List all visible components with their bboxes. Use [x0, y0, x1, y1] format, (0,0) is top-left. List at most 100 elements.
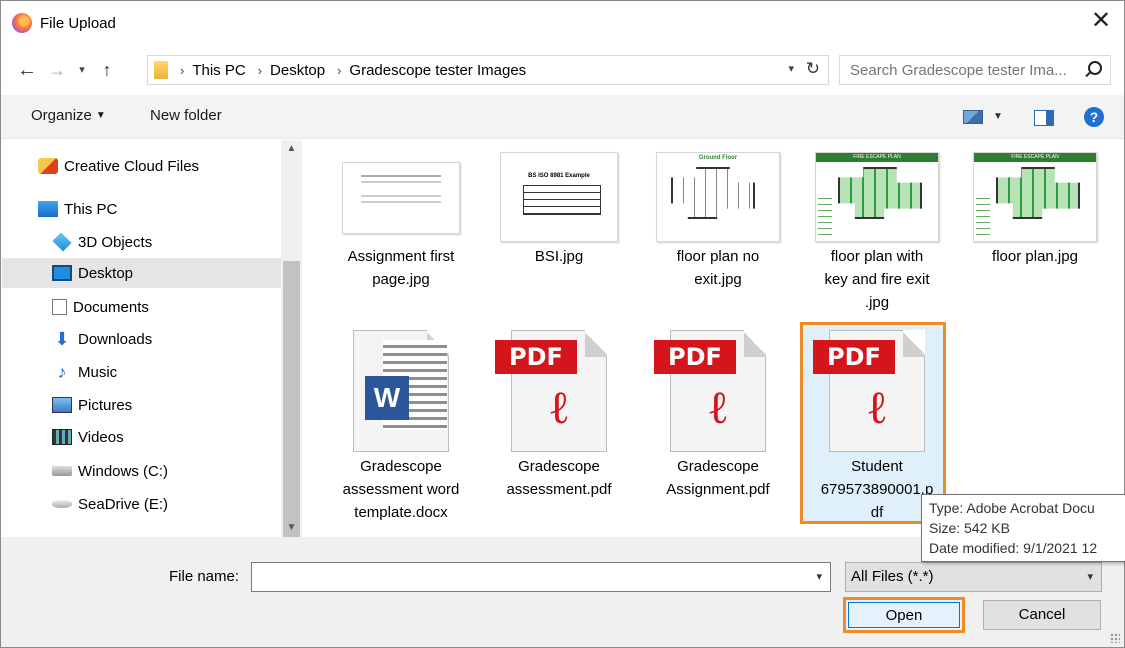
- sidebar-item-label: Windows (C:): [78, 462, 169, 480]
- file-item[interactable]: FIRE ESCAPE PLAN floor plan.jpg: [965, 140, 1105, 320]
- acrobat-swirl-icon: ℓ: [865, 380, 889, 434]
- file-type-select[interactable]: All Files (*.*) ▾: [845, 562, 1102, 592]
- breadcrumb-separator-icon[interactable]: ›: [258, 63, 262, 78]
- desktop-icon: [52, 265, 72, 281]
- breadcrumb-desktop[interactable]: Desktop: [270, 62, 325, 79]
- scroll-up-arrow-icon[interactable]: ▲: [281, 140, 302, 158]
- sidebar-scrollbar[interactable]: ▲ ▼: [281, 140, 302, 563]
- view-options-caret-icon[interactable]: ▼: [993, 111, 1003, 122]
- pdf-icon: PDF: [495, 340, 577, 374]
- folder-icon: [154, 61, 168, 79]
- recent-locations-chevron-icon[interactable]: ▾: [75, 57, 89, 83]
- sidebar-item-documents[interactable]: Documents: [52, 292, 295, 322]
- window-title: File Upload: [40, 14, 116, 32]
- thumbnail-text-lines: [361, 175, 441, 177]
- file-item[interactable]: Assignment first page.jpg: [331, 140, 471, 320]
- thumbnail-caption: FIRE ESCAPE PLAN: [974, 153, 1096, 162]
- help-icon[interactable]: ?: [1084, 107, 1104, 127]
- sidebar-item-3d-objects[interactable]: 3D Objects: [52, 227, 295, 257]
- file-name-combobox[interactable]: ▾: [251, 562, 831, 592]
- file-type-dropdown-chevron-icon[interactable]: ▾: [1087, 570, 1093, 583]
- address-bar[interactable]: › This PC › Desktop › Gradescope tester …: [147, 55, 829, 85]
- back-arrow-icon[interactable]: ←: [15, 57, 39, 83]
- sidebar-item-label: 3D Objects: [78, 233, 153, 251]
- breadcrumb-current-folder[interactable]: Gradescope tester Images: [349, 62, 526, 79]
- floor-plan-drawing: [996, 167, 1080, 219]
- close-icon[interactable]: ✕: [1088, 9, 1114, 35]
- sidebar-item-windows-c[interactable]: Windows (C:): [52, 456, 295, 486]
- file-name: Gradescope assessment word template.docx: [342, 458, 460, 521]
- sidebar-item-downloads[interactable]: ⬇ Downloads: [52, 324, 295, 354]
- file-name: Gradescope assessment.pdf: [506, 458, 612, 498]
- thumbnail-table: [523, 185, 601, 215]
- refresh-icon[interactable]: ↻: [806, 59, 820, 79]
- image-thumbnail: FIRE ESCAPE PLAN: [815, 152, 939, 242]
- file-name: floor plan no exit.jpg: [676, 248, 760, 288]
- sidebar-item-label: Music: [78, 363, 118, 381]
- music-icon: ♪: [57, 362, 67, 382]
- firefox-icon: [12, 13, 32, 33]
- up-arrow-icon[interactable]: ↑: [97, 57, 117, 83]
- file-item[interactable]: PDF ℓ Gradescope Assignment.pdf: [648, 320, 788, 530]
- open-button[interactable]: Open: [843, 597, 965, 633]
- sidebar-item-label: This PC: [64, 200, 118, 218]
- sidebar-item-label: Desktop: [78, 264, 134, 282]
- acrobat-swirl-icon: ℓ: [547, 380, 571, 434]
- 3d-objects-icon: [52, 232, 72, 252]
- search-box[interactable]: [839, 55, 1111, 85]
- sidebar-item-label: Creative Cloud Files: [64, 157, 200, 175]
- sidebar-item-label: Pictures: [78, 396, 133, 414]
- organize-button[interactable]: Organize ▼: [31, 107, 106, 124]
- sidebar-item-videos[interactable]: Videos: [52, 422, 295, 452]
- scroll-down-arrow-icon[interactable]: ▼: [281, 519, 302, 537]
- resize-grip-icon[interactable]: [1110, 633, 1120, 643]
- file-item[interactable]: PDF ℓ Gradescope assessment.pdf: [489, 320, 629, 530]
- tooltip-date-modified: Date modified: 9/1/2021 12: [929, 540, 1098, 556]
- sidebar-item-creative-cloud-files[interactable]: Creative Cloud Files: [38, 151, 281, 181]
- breadcrumb-separator-icon[interactable]: ›: [337, 63, 341, 78]
- acrobat-swirl-icon: ℓ: [706, 380, 730, 434]
- preview-pane-icon[interactable]: [1034, 110, 1054, 126]
- search-icon[interactable]: [1088, 61, 1102, 75]
- sidebar-item-music[interactable]: ♪ Music: [52, 357, 295, 387]
- breadcrumb-separator-icon[interactable]: ›: [180, 63, 184, 78]
- page-fold-icon: [585, 330, 607, 357]
- image-thumbnail: [342, 162, 460, 234]
- file-item[interactable]: BS ISO 8981 Example BSI.jpg: [489, 140, 629, 320]
- new-folder-button[interactable]: New folder: [150, 107, 222, 124]
- file-name: floor plan with key and fire exit .jpg: [824, 248, 930, 311]
- sidebar-item-this-pc[interactable]: This PC: [38, 194, 281, 224]
- title-bar: File Upload ✕: [1, 1, 1124, 45]
- sidebar-item-label: Videos: [78, 428, 124, 446]
- sidebar-item-desktop[interactable]: Desktop: [2, 258, 282, 288]
- file-name-dropdown-chevron-icon[interactable]: ▾: [816, 570, 822, 583]
- documents-icon: [52, 299, 67, 315]
- videos-icon: [52, 429, 72, 445]
- address-dropdown-chevron-icon[interactable]: ▾: [788, 62, 794, 75]
- file-item[interactable]: W Gradescope assessment word template.docx: [331, 320, 471, 530]
- scrollbar-thumb[interactable]: [283, 261, 300, 563]
- thumbnail-caption: Ground Floor: [698, 155, 738, 161]
- forward-arrow-icon[interactable]: →: [47, 57, 67, 83]
- file-type-value: All Files (*.*): [851, 568, 934, 585]
- file-name-input[interactable]: [256, 564, 796, 590]
- file-item[interactable]: Ground Floor floor plan no exit.jpg: [648, 140, 788, 320]
- breadcrumb-this-pc[interactable]: This PC: [192, 62, 245, 79]
- file-name-label: File name:: [169, 568, 240, 585]
- tooltip-size: Size: 542 KB: [929, 520, 1010, 536]
- file-info-tooltip: Type: Adobe Acrobat Docu Size: 542 KB Da…: [921, 494, 1125, 562]
- pictures-icon: [52, 397, 72, 413]
- file-item[interactable]: FIRE ESCAPE PLAN floor plan with key and …: [807, 140, 947, 320]
- creative-cloud-icon: [38, 158, 58, 174]
- sidebar-item-label: SeaDrive (E:): [78, 495, 169, 513]
- cancel-button[interactable]: Cancel: [983, 600, 1101, 630]
- change-view-icon[interactable]: [963, 110, 983, 124]
- floor-plan-drawing: [671, 167, 755, 219]
- drive-e-icon: [52, 500, 72, 508]
- image-thumbnail: FIRE ESCAPE PLAN: [973, 152, 1097, 242]
- sidebar-item-pictures[interactable]: Pictures: [52, 390, 295, 420]
- search-input[interactable]: [848, 60, 1078, 80]
- sidebar-item-seadrive-e[interactable]: SeaDrive (E:): [52, 489, 295, 519]
- thumbnail-caption: FIRE ESCAPE PLAN: [816, 153, 938, 162]
- image-thumbnail: BS ISO 8981 Example: [500, 152, 618, 242]
